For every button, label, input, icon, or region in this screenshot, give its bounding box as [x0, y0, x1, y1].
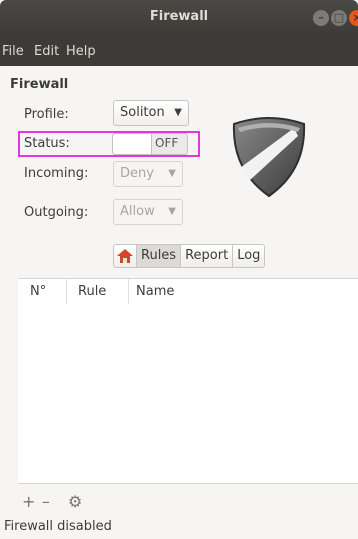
outgoing-value: Allow — [120, 204, 155, 219]
minimize-icon: – — [318, 11, 324, 24]
profile-select[interactable]: Soliton ▼ — [113, 100, 189, 126]
menu-help[interactable]: Help — [66, 44, 96, 59]
tab-report[interactable]: Report — [181, 244, 234, 268]
menu-edit[interactable]: Edit — [34, 44, 59, 59]
profile-label: Profile: — [24, 107, 69, 122]
section-title: Firewall — [10, 77, 69, 92]
remove-rule-button[interactable]: – — [42, 492, 50, 511]
toggle-knob — [113, 134, 152, 154]
status-toggle[interactable]: OFF — [112, 133, 188, 155]
tab-home[interactable] — [113, 244, 137, 268]
minimize-button[interactable]: – — [313, 10, 329, 26]
close-button[interactable]: × — [349, 10, 358, 26]
column-separator — [128, 279, 129, 305]
maximize-icon: □ — [333, 11, 345, 24]
column-separator — [66, 279, 67, 305]
tab-rules[interactable]: Rules — [137, 244, 182, 268]
status-label: Status: — [24, 136, 70, 151]
column-name[interactable]: Name — [136, 284, 174, 299]
menu-bar: File Edit Help — [0, 36, 358, 66]
column-number[interactable]: N° — [30, 284, 46, 299]
close-icon: × — [352, 11, 358, 24]
chevron-down-icon: ▼ — [168, 168, 176, 179]
window-titlebar: Firewall – □ × — [0, 0, 358, 36]
column-rule[interactable]: Rule — [78, 284, 106, 299]
incoming-select[interactable]: Deny ▼ — [113, 161, 183, 187]
status-bar-text: Firewall disabled — [4, 519, 112, 534]
incoming-label: Incoming: — [24, 166, 89, 181]
status-value: OFF — [155, 136, 179, 150]
shield-icon — [232, 117, 306, 198]
add-rule-button[interactable]: + — [22, 492, 35, 511]
settings-gear-icon[interactable]: ⚙ — [68, 492, 82, 511]
chevron-down-icon: ▼ — [168, 206, 176, 217]
tab-log[interactable]: Log — [233, 244, 266, 268]
home-icon — [117, 249, 133, 263]
outgoing-label: Outgoing: — [24, 205, 89, 220]
window-title: Firewall — [149, 9, 209, 24]
maximize-button[interactable]: □ — [331, 10, 347, 26]
view-tabs: Rules Report Log — [113, 244, 266, 268]
profile-value: Soliton — [120, 105, 165, 120]
rules-table-header: N° Rule Name — [18, 278, 358, 306]
incoming-value: Deny — [120, 166, 154, 181]
outgoing-select[interactable]: Allow ▼ — [113, 199, 183, 225]
rules-table-body[interactable] — [18, 304, 358, 484]
menu-file[interactable]: File — [2, 44, 24, 59]
chevron-down-icon: ▼ — [174, 107, 182, 118]
